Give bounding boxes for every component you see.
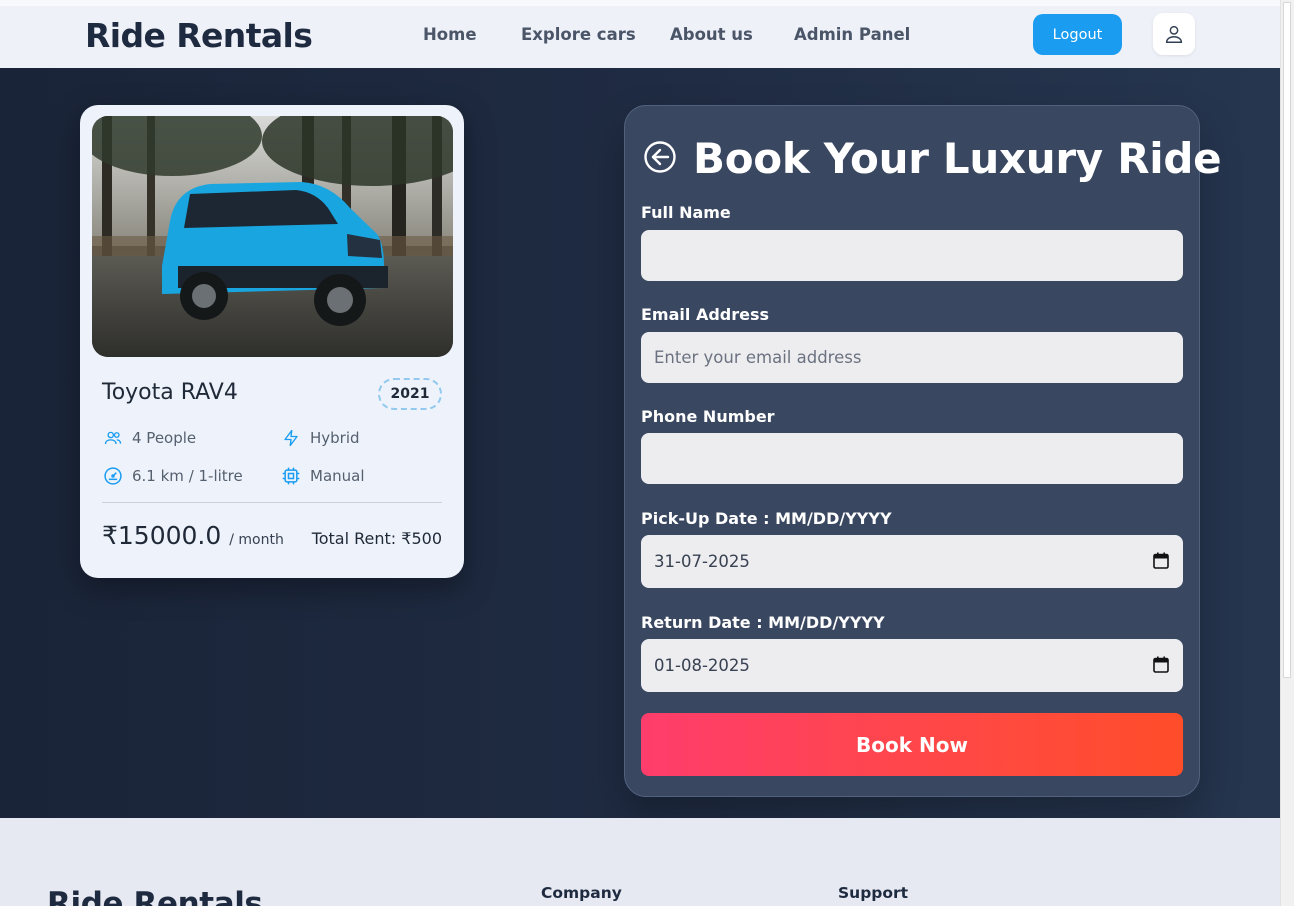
footer-heading-company: Company (541, 884, 622, 902)
speedometer-icon (102, 465, 124, 487)
user-profile-button[interactable] (1153, 13, 1195, 55)
user-icon (1165, 25, 1183, 43)
pickup-date-value: 31-07-2025 (654, 552, 750, 571)
pickup-date-label: Pick-Up Date : MM/DD/YYYY (641, 509, 892, 528)
booking-title: Book Your Luxury Ride (693, 134, 1222, 183)
navbar: Ride Rentals Home Explore cars About us … (0, 0, 1280, 68)
people-icon (102, 427, 124, 449)
spec-mileage-label: 6.1 km / 1-litre (132, 467, 243, 485)
book-now-button[interactable]: Book Now (641, 713, 1183, 776)
year-badge: 2021 (378, 378, 442, 410)
total-rent: Total Rent: ₹500 (311, 529, 442, 548)
price-unit: / month (229, 532, 284, 548)
full-name-label: Full Name (641, 203, 731, 222)
booking-form: Book Your Luxury Ride Full Name Email Ad… (624, 105, 1222, 797)
phone-label: Phone Number (641, 407, 775, 426)
footer-heading-support: Support (838, 884, 909, 902)
return-date-value: 01-08-2025 (654, 656, 750, 675)
price-value: ₹15000.0 (102, 521, 222, 550)
spec-mileage: 6.1 km / 1-litre (102, 465, 243, 487)
chip-icon (280, 465, 302, 487)
car-card: Toyota RAV4 2021 4 People Hybrid 6.1 km … (80, 105, 464, 578)
calendar-icon[interactable] (1153, 656, 1169, 673)
scrollbar[interactable] (1280, 0, 1294, 906)
spec-transmission-label: Manual (310, 467, 365, 485)
spec-capacity: 4 People (102, 427, 196, 449)
footer-brand: Ride Rentals (47, 886, 263, 906)
back-arrow-icon[interactable] (643, 140, 677, 174)
nav-link-admin-panel[interactable]: Admin Panel (794, 25, 910, 44)
email-input[interactable]: Enter your email address (641, 332, 1183, 383)
footer: Ride Rentals Company Support (0, 818, 1280, 906)
email-label: Email Address (641, 305, 770, 324)
brand-logo[interactable]: Ride Rentals (85, 16, 313, 55)
logout-button[interactable]: Logout (1033, 14, 1122, 55)
price: ₹15000.0 / month (102, 521, 284, 550)
spec-fuel: Hybrid (280, 427, 360, 449)
email-placeholder: Enter your email address (654, 348, 862, 367)
calendar-icon[interactable] (1153, 552, 1169, 569)
spec-transmission: Manual (280, 465, 365, 487)
return-date-input[interactable]: 01-08-2025 (641, 639, 1183, 692)
phone-input[interactable] (641, 433, 1183, 484)
nav-link-home[interactable]: Home (423, 25, 477, 44)
nav-link-about-us[interactable]: About us (670, 25, 753, 44)
nav-link-explore-cars[interactable]: Explore cars (521, 25, 636, 44)
scrollbar-thumb[interactable] (1283, 2, 1291, 678)
pickup-date-input[interactable]: 31-07-2025 (641, 535, 1183, 588)
spec-capacity-label: 4 People (132, 429, 197, 447)
full-name-input[interactable] (641, 230, 1183, 281)
spec-fuel-label: Hybrid (310, 429, 360, 447)
car-name: Toyota RAV4 (102, 380, 238, 405)
card-divider (102, 502, 442, 503)
hero-section: Toyota RAV4 2021 4 People Hybrid 6.1 km … (0, 68, 1280, 818)
car-photo (92, 116, 453, 357)
return-date-label: Return Date : MM/DD/YYYY (641, 613, 885, 632)
lightning-icon (280, 427, 302, 449)
